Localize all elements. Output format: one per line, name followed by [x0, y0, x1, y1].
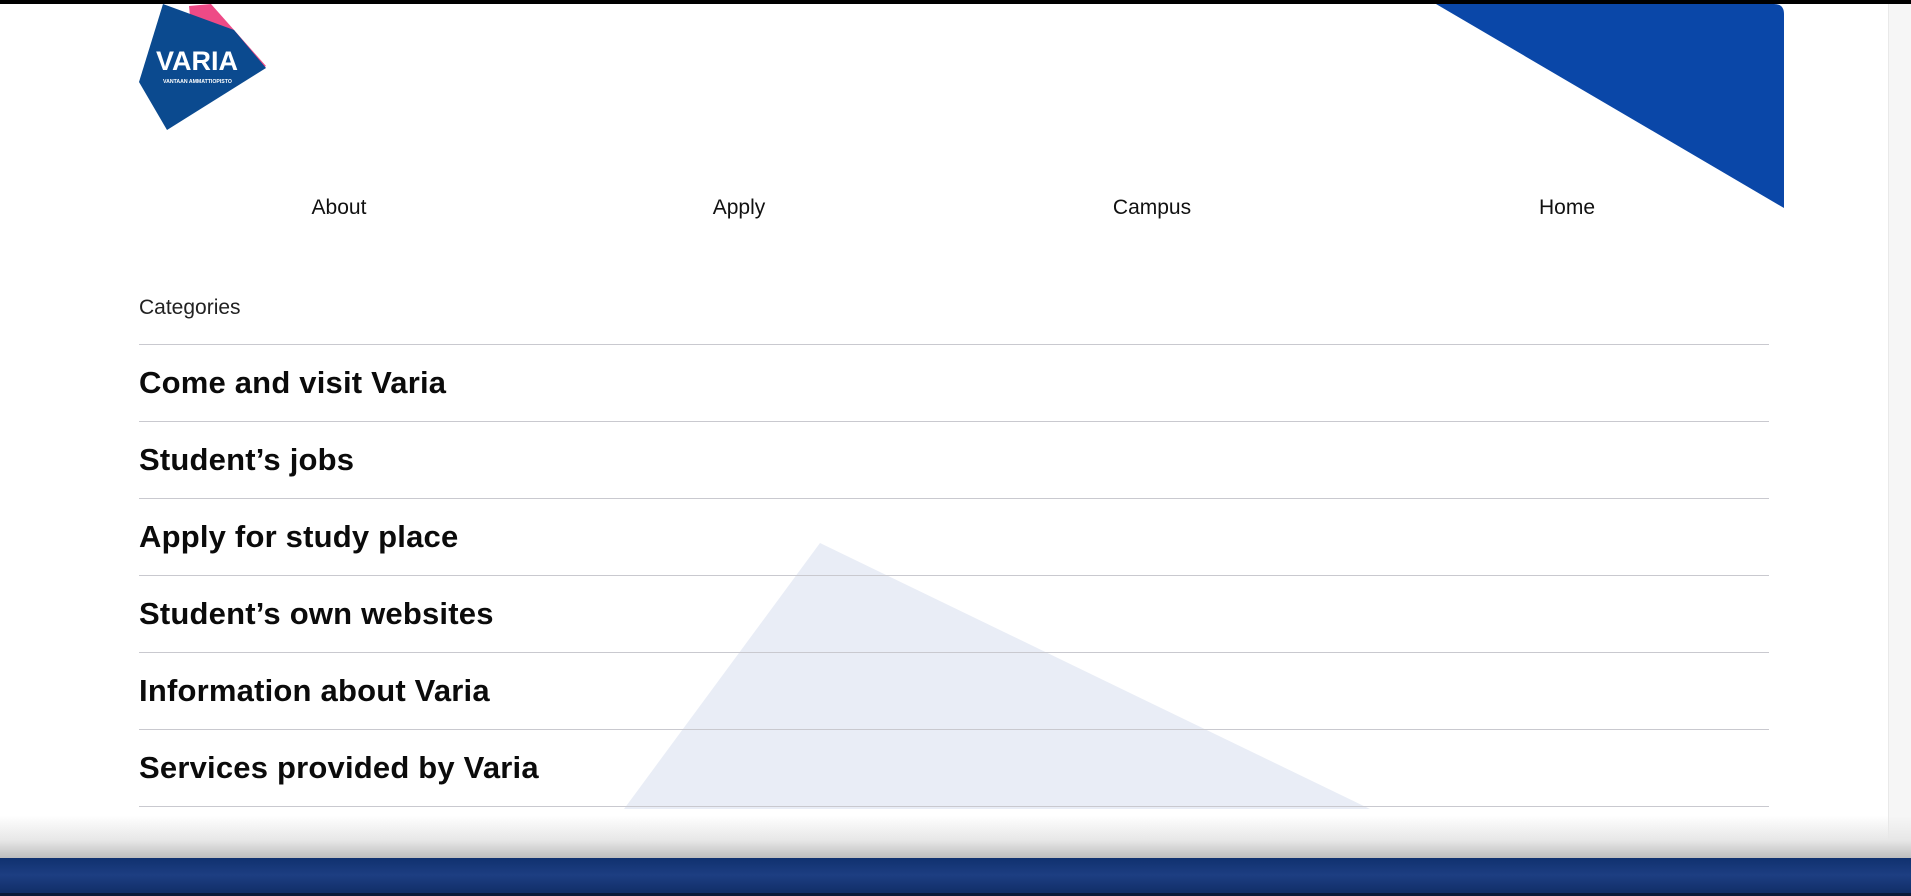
- category-item-label: Student’s jobs: [139, 442, 355, 477]
- category-item-students-own-websites[interactable]: Student’s own websites: [139, 575, 1769, 652]
- categories-heading: Categories: [139, 296, 241, 319]
- corner-triangle-decoration: [1436, 4, 1784, 208]
- category-list: Come and visit Varia Student’s jobs Appl…: [139, 344, 1769, 807]
- nav-link-about[interactable]: About: [312, 196, 367, 220]
- category-item-label: Student’s own websites: [139, 596, 494, 631]
- category-item-apply-for-study-place[interactable]: Apply for study place: [139, 498, 1769, 575]
- main-navigation: About Apply Campus Home: [139, 196, 1769, 226]
- logo-wordmark: VARIA: [156, 46, 238, 76]
- category-item-label: Information about Varia: [139, 673, 490, 708]
- logo-subtext: VANTAAN AMMATTIOPISTO: [163, 79, 232, 85]
- nav-link-home[interactable]: Home: [1539, 196, 1595, 220]
- category-item-label: Services provided by Varia: [139, 750, 539, 785]
- category-item-label: Apply for study place: [139, 519, 459, 554]
- category-item-services-provided-by-varia[interactable]: Services provided by Varia: [139, 729, 1769, 807]
- varia-logo-icon: VARIA VANTAAN AMMATTIOPISTO: [139, 4, 266, 130]
- category-item-label: Come and visit Varia: [139, 365, 447, 400]
- scrollbar-track[interactable]: [1888, 4, 1911, 856]
- nav-link-campus[interactable]: Campus: [1113, 196, 1191, 220]
- category-item-students-jobs[interactable]: Student’s jobs: [139, 421, 1769, 498]
- category-item-information-about-varia[interactable]: Information about Varia: [139, 652, 1769, 729]
- bottom-shadow: [0, 816, 1911, 860]
- varia-logo[interactable]: VARIA VANTAAN AMMATTIOPISTO: [139, 4, 266, 130]
- nav-link-apply[interactable]: Apply: [713, 196, 766, 220]
- category-item-come-and-visit[interactable]: Come and visit Varia: [139, 344, 1769, 421]
- bottom-bar: [0, 858, 1911, 896]
